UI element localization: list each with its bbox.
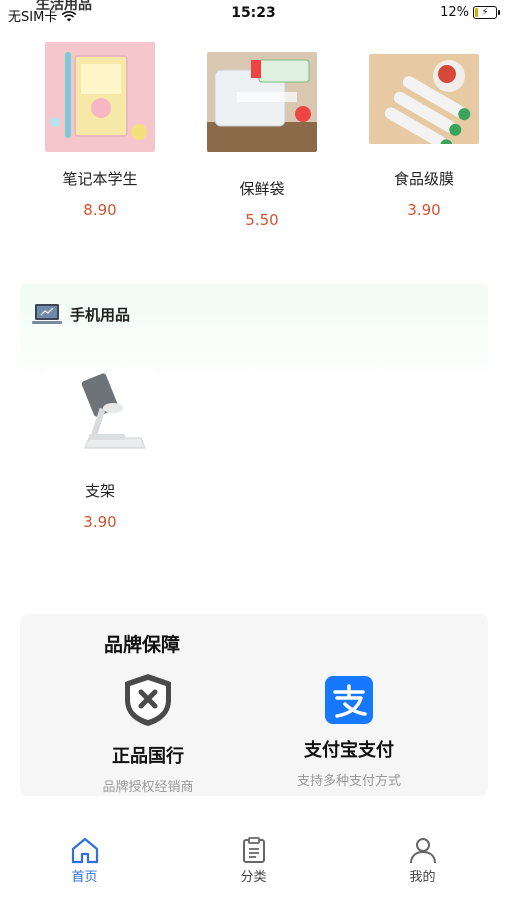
brand-item-sub: 支持多种支付方式 bbox=[296, 774, 401, 789]
product-card[interactable]: 支架 3.90 bbox=[30, 370, 170, 531]
brand-item-label: 正品国行 bbox=[112, 746, 184, 767]
genuine-product-item: 正品国行 品牌授权经销商 bbox=[58, 672, 238, 795]
clipboard-icon bbox=[242, 837, 265, 863]
product-card[interactable]: 食品级膜 3.90 bbox=[354, 42, 494, 219]
brand-item-label: 支付宝支付 bbox=[304, 740, 394, 761]
section-title-daily-goods: 生活用品 bbox=[36, 0, 92, 13]
tab-home[interactable]: 首页 bbox=[0, 830, 169, 900]
tab-mine[interactable]: 我的 bbox=[338, 830, 507, 900]
product-name: 笔记本学生 bbox=[62, 170, 138, 188]
shield-icon bbox=[125, 674, 171, 726]
product-price: 3.90 bbox=[407, 201, 441, 219]
product-image-notebook bbox=[45, 42, 155, 152]
tab-label: 首页 bbox=[71, 870, 98, 885]
alipay-item: 支付宝支付 支持多种支付方式 bbox=[259, 672, 439, 789]
tab-category[interactable]: 分类 bbox=[169, 830, 338, 900]
product-name: 食品级膜 bbox=[393, 170, 454, 188]
alipay-icon bbox=[325, 676, 373, 724]
home-icon bbox=[71, 837, 98, 864]
section-header: 手机用品 bbox=[32, 302, 130, 326]
tab-label: 分类 bbox=[240, 870, 267, 885]
charging-bolt-icon: ⚡ bbox=[481, 7, 489, 18]
section-background bbox=[20, 284, 488, 384]
product-price: 8.90 bbox=[83, 201, 117, 219]
battery-percent: 12% bbox=[440, 5, 469, 20]
product-image-phone-stand bbox=[45, 370, 155, 462]
bottom-tab-bar: 首页 分类 我的 bbox=[0, 830, 507, 900]
user-icon bbox=[409, 838, 436, 864]
product-price: 5.50 bbox=[245, 211, 279, 229]
product-image-food-wrap bbox=[369, 54, 479, 144]
product-name: 保鲜袋 bbox=[239, 180, 285, 198]
brand-guarantee-panel: 品牌保障 正品国行 品牌授权经销商 支付宝支付 支持多种支付方式 bbox=[20, 614, 488, 796]
product-card[interactable]: 保鲜袋 5.50 bbox=[192, 42, 332, 229]
product-card[interactable]: 笔记本学生 8.90 bbox=[30, 42, 170, 219]
product-price: 3.90 bbox=[83, 513, 117, 531]
brand-title: 品牌保障 bbox=[104, 634, 181, 656]
product-image-plastic-bag bbox=[207, 52, 317, 152]
section-title-phone-accessories: 手机用品 bbox=[70, 305, 131, 324]
brand-item-sub: 品牌授权经销商 bbox=[102, 780, 194, 795]
tab-label: 我的 bbox=[409, 870, 436, 885]
product-name: 支架 bbox=[84, 482, 115, 500]
laptop-icon bbox=[32, 304, 62, 324]
battery-icon: ⚡ bbox=[473, 6, 500, 19]
